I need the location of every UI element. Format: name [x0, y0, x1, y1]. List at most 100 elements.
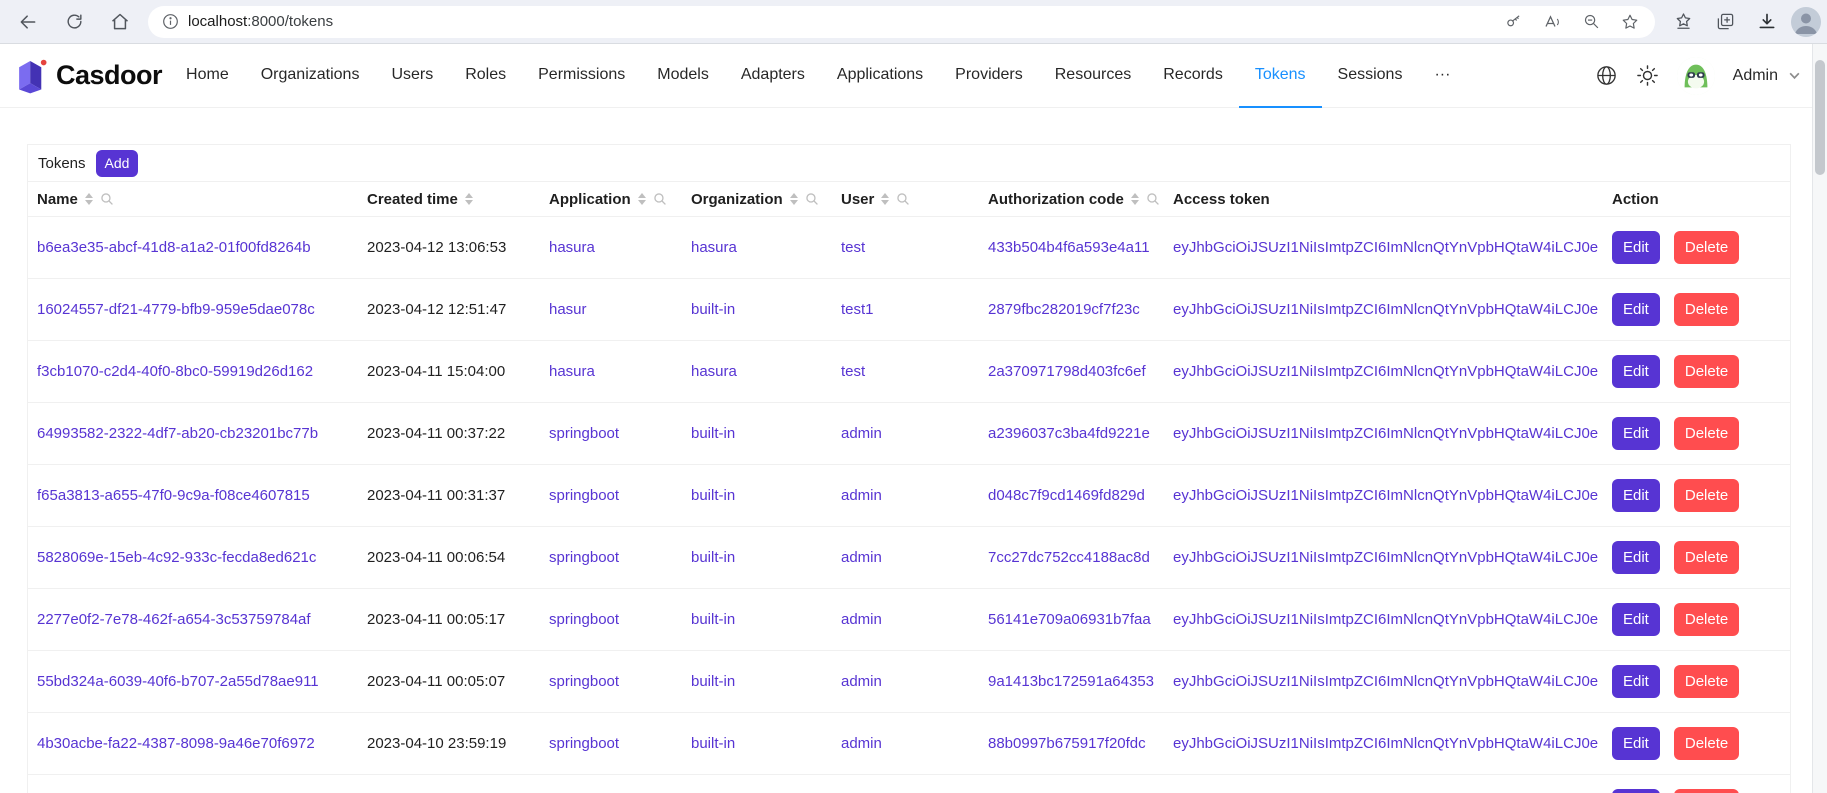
cell-token[interactable]: eyJhbGciOiJSUzI1NiIsImtpZCI6ImNlcnQtYnVp… [1164, 239, 1603, 256]
cell-user[interactable]: test [832, 363, 979, 380]
cell-user[interactable]: admin [832, 673, 979, 690]
cell-application[interactable]: springboot [540, 549, 682, 566]
nav-item-home[interactable]: Home [170, 44, 245, 108]
delete-button[interactable]: Delete [1674, 293, 1739, 326]
cell-name[interactable]: 55bd324a-6039-40f6-b707-2a55d78ae911 [28, 673, 358, 690]
delete-button[interactable]: Delete [1674, 789, 1739, 793]
cell-code[interactable]: 2879fbc282019cf7f23c [979, 301, 1164, 318]
cell-token[interactable]: eyJhbGciOiJSUzI1NiIsImtpZCI6ImNlcnQtYnVp… [1164, 735, 1603, 752]
delete-button[interactable]: Delete [1674, 355, 1739, 388]
cell-token[interactable]: eyJhbGciOiJSUzI1NiIsImtpZCI6ImNlcnQtYnVp… [1164, 549, 1603, 566]
sort-icon[interactable] [465, 193, 473, 206]
add-button[interactable]: Add [96, 150, 139, 177]
cell-user[interactable]: admin [832, 611, 979, 628]
delete-button[interactable]: Delete [1674, 665, 1739, 698]
column-header-code[interactable]: Authorization code [979, 191, 1164, 208]
column-search-icon[interactable] [100, 192, 114, 206]
column-header-user[interactable]: User [832, 191, 979, 208]
edit-button[interactable]: Edit [1612, 789, 1660, 793]
edit-button[interactable]: Edit [1612, 231, 1660, 264]
delete-button[interactable]: Delete [1674, 727, 1739, 760]
cell-code[interactable]: 56141e709a06931b7faa [979, 611, 1164, 628]
password-key-button[interactable] [1498, 8, 1528, 36]
cell-name[interactable]: 4b30acbe-fa22-4387-8098-9a46e70f6972 [28, 735, 358, 752]
cell-code[interactable]: 2a370971798d403fc6ef [979, 363, 1164, 380]
user-name[interactable]: Admin [1733, 67, 1778, 85]
edit-button[interactable]: Edit [1612, 355, 1660, 388]
cell-user[interactable]: admin [832, 735, 979, 752]
edit-button[interactable]: Edit [1612, 727, 1660, 760]
cell-organization[interactable]: built-in [682, 611, 832, 628]
downloads-button[interactable] [1749, 5, 1785, 39]
column-header-application[interactable]: Application [540, 191, 682, 208]
cell-user[interactable]: test1 [832, 301, 979, 318]
cell-name[interactable]: b6ea3e35-abcf-41d8-a1a2-01f00fd8264b [28, 239, 358, 256]
cell-user[interactable]: test [832, 239, 979, 256]
cell-organization[interactable]: built-in [682, 487, 832, 504]
cell-user[interactable]: admin [832, 487, 979, 504]
cell-code[interactable]: 7cc27dc752cc4188ac8d [979, 549, 1164, 566]
cell-code[interactable]: 88b0997b675917f20fdc [979, 735, 1164, 752]
cell-organization[interactable]: built-in [682, 425, 832, 442]
favorites-button[interactable] [1665, 5, 1701, 39]
back-button[interactable] [10, 5, 46, 39]
cell-application[interactable]: hasura [540, 363, 682, 380]
vertical-scrollbar[interactable] [1812, 44, 1827, 793]
nav-item-users[interactable]: Users [375, 44, 449, 108]
url-text[interactable]: localhost:8000/tokens [188, 13, 333, 30]
nav-item-applications[interactable]: Applications [821, 44, 939, 108]
zoom-out-button[interactable] [1576, 8, 1606, 36]
cell-token[interactable]: eyJhbGciOiJSUzI1NiIsImtpZCI6ImNlcnQtYnVp… [1164, 363, 1603, 380]
edit-button[interactable]: Edit [1612, 603, 1660, 636]
nav-item-tokens[interactable]: Tokens [1239, 44, 1322, 108]
edit-button[interactable]: Edit [1612, 665, 1660, 698]
read-aloud-button[interactable] [1537, 8, 1567, 36]
browser-profile-avatar[interactable] [1791, 7, 1821, 37]
sort-icon[interactable] [638, 193, 646, 206]
cell-organization[interactable]: built-in [682, 735, 832, 752]
delete-button[interactable]: Delete [1674, 417, 1739, 450]
nav-item-permissions[interactable]: Permissions [522, 44, 641, 108]
cell-code[interactable]: a2396037c3ba4fd9221e [979, 425, 1164, 442]
edit-button[interactable]: Edit [1612, 479, 1660, 512]
cell-application[interactable]: springboot [540, 673, 682, 690]
column-search-icon[interactable] [1146, 192, 1160, 206]
nav-item-more[interactable]: ··· [1418, 44, 1466, 108]
cell-application[interactable]: springboot [540, 425, 682, 442]
refresh-button[interactable] [56, 5, 92, 39]
cell-name[interactable]: 16024557-df21-4779-bfb9-959e5dae078c [28, 301, 358, 318]
cell-name[interactable]: 2277e0f2-7e78-462f-a654-3c53759784af [28, 611, 358, 628]
sort-icon[interactable] [881, 193, 889, 206]
column-search-icon[interactable] [653, 192, 667, 206]
delete-button[interactable]: Delete [1674, 603, 1739, 636]
site-info-icon[interactable] [162, 13, 179, 30]
edit-button[interactable]: Edit [1612, 541, 1660, 574]
cell-code[interactable]: 433b504b4f6a593e4a11 [979, 239, 1164, 256]
cell-user[interactable]: admin [832, 425, 979, 442]
nav-item-adapters[interactable]: Adapters [725, 44, 821, 108]
theme-toggle-button[interactable] [1636, 64, 1659, 87]
cell-application[interactable]: hasur [540, 301, 682, 318]
cell-token[interactable]: eyJhbGciOiJSUzI1NiIsImtpZCI6ImNlcnQtYnVp… [1164, 301, 1603, 318]
cell-token[interactable]: eyJhbGciOiJSUzI1NiIsImtpZCI6ImNlcnQtYnVp… [1164, 487, 1603, 504]
nav-item-roles[interactable]: Roles [449, 44, 522, 108]
cell-code[interactable]: 9a1413bc172591a64353 [979, 673, 1164, 690]
cell-name[interactable]: 5828069e-15eb-4c92-933c-fecda8ed621c [28, 549, 358, 566]
cell-application[interactable]: springboot [540, 735, 682, 752]
cell-application[interactable]: springboot [540, 611, 682, 628]
home-button[interactable] [102, 5, 138, 39]
nav-item-organizations[interactable]: Organizations [245, 44, 376, 108]
nav-item-resources[interactable]: Resources [1039, 44, 1147, 108]
cell-application[interactable]: springboot [540, 487, 682, 504]
column-header-organization[interactable]: Organization [682, 191, 832, 208]
column-search-icon[interactable] [805, 192, 819, 206]
cell-organization[interactable]: built-in [682, 301, 832, 318]
cell-token[interactable]: eyJhbGciOiJSUzI1NiIsImtpZCI6ImNlcnQtYnVp… [1164, 425, 1603, 442]
cell-name[interactable]: 64993582-2322-4df7-ab20-cb23201bc77b [28, 425, 358, 442]
casdoor-logo[interactable]: Casdoor [12, 57, 162, 95]
delete-button[interactable]: Delete [1674, 541, 1739, 574]
nav-item-sessions[interactable]: Sessions [1322, 44, 1419, 108]
cell-name[interactable]: f65a3813-a655-47f0-9c9a-f08ce4607815 [28, 487, 358, 504]
cell-token[interactable]: eyJhbGciOiJSUzI1NiIsImtpZCI6ImNlcnQtYnVp… [1164, 673, 1603, 690]
nav-item-records[interactable]: Records [1147, 44, 1239, 108]
